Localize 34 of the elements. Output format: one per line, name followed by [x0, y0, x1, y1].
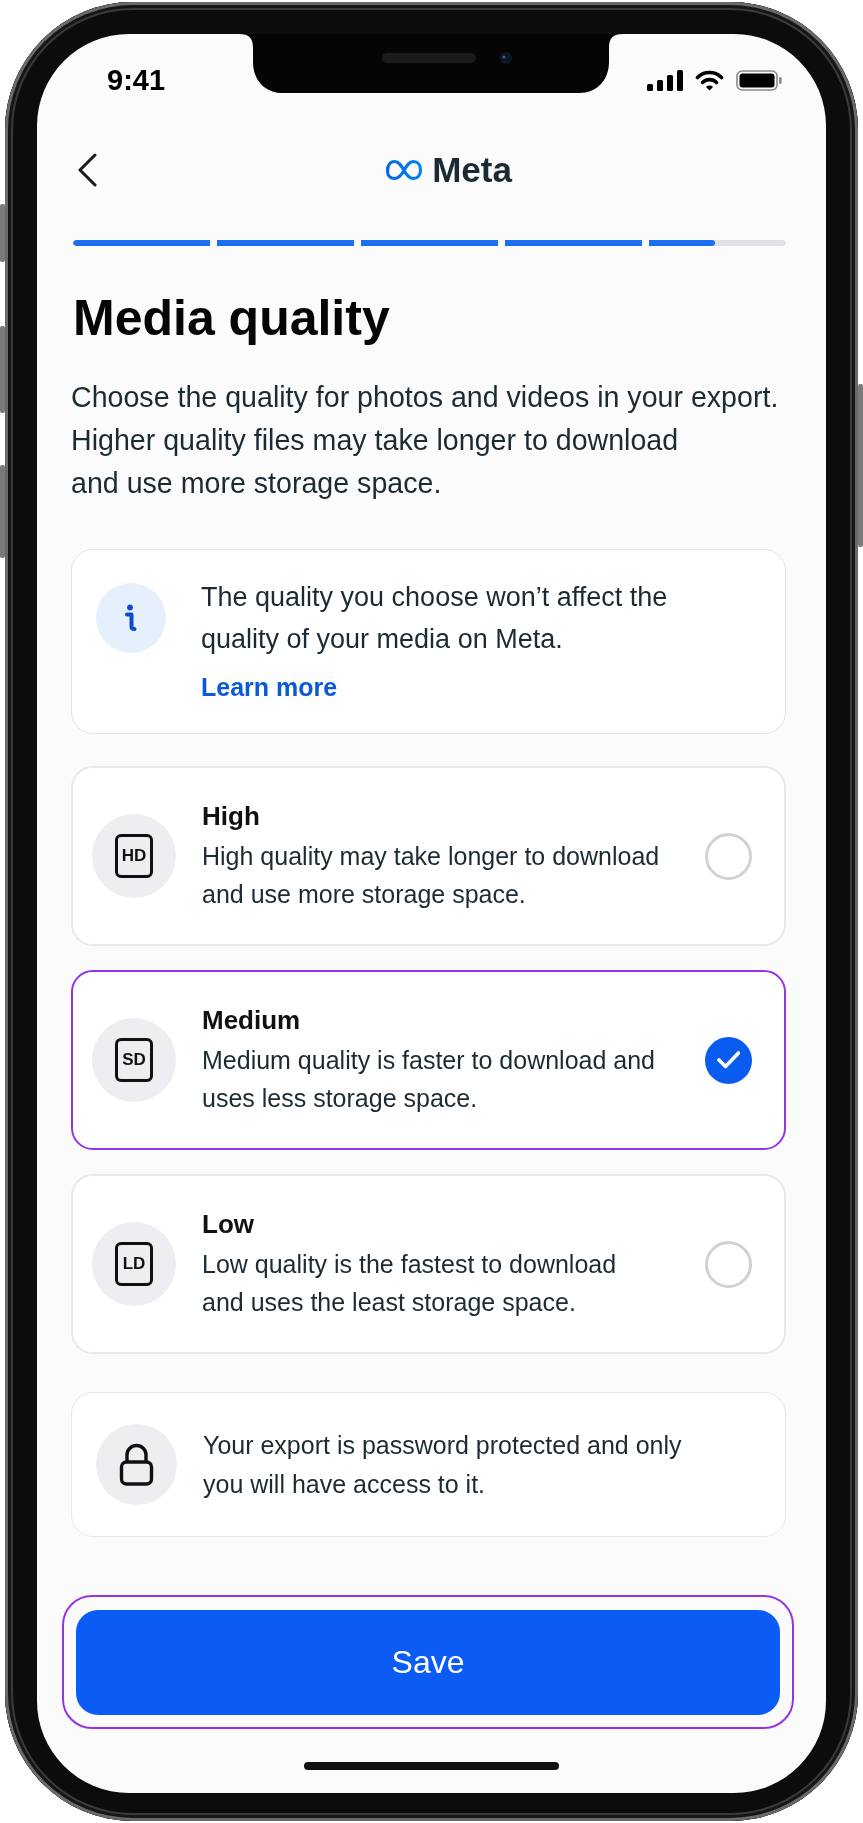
signal-icon	[647, 69, 683, 91]
wifi-icon	[695, 69, 724, 91]
resolution-tag: SD	[115, 1038, 153, 1082]
description-text: Higher quality files may take longer to download and use more storage space.	[71, 423, 680, 501]
back-button[interactable]	[77, 153, 97, 187]
quality-option[interactable]: LD Low Low quality is the fastest to download and uses the least storage space.	[71, 1174, 786, 1354]
info-text: The quality you choose won’t affect the quality of your media on Meta.	[201, 581, 669, 656]
option-title: High	[202, 800, 260, 833]
battery-icon	[736, 69, 782, 91]
option-title: Medium	[202, 1004, 301, 1037]
phone-side-key	[0, 204, 5, 262]
description-text: Choose the quality for photos and videos in your export.	[71, 380, 779, 415]
resolution-tag: LD	[115, 1242, 153, 1286]
page-title: Media quality	[73, 289, 390, 348]
security-note-text: Your export is password protected and only you will have access to it.	[203, 1429, 683, 1500]
info-icon	[96, 583, 166, 653]
option-description: Medium quality is faster to download and uses less storage space.	[202, 1045, 657, 1114]
quality-option[interactable]: HD High High quality may take longer to download and use more storage space.	[71, 766, 786, 946]
status-time: 9:41	[107, 63, 166, 97]
lock-icon	[96, 1424, 177, 1505]
infinity-icon	[385, 159, 424, 181]
resolution-tag: HD	[115, 834, 153, 878]
checkmark-icon	[716, 1051, 741, 1069]
option-description: High quality may take longer to download and use more storage space.	[202, 841, 661, 910]
option-description: Low quality is the fastest to download and uses the least storage space.	[202, 1249, 618, 1318]
logo-text: Meta	[432, 150, 512, 190]
save-button[interactable]: Save	[76, 1609, 780, 1715]
radio-button[interactable]	[705, 832, 752, 880]
radio-button[interactable]	[705, 1240, 752, 1288]
option-title: Low	[202, 1208, 254, 1241]
radio-button[interactable]	[705, 1036, 752, 1084]
learn-more-link[interactable]: Learn more	[201, 666, 338, 708]
quality-option[interactable]: SD Medium Medium quality is faster to download and uses less storage space.	[71, 970, 786, 1150]
chevron-left-icon	[77, 153, 97, 187]
